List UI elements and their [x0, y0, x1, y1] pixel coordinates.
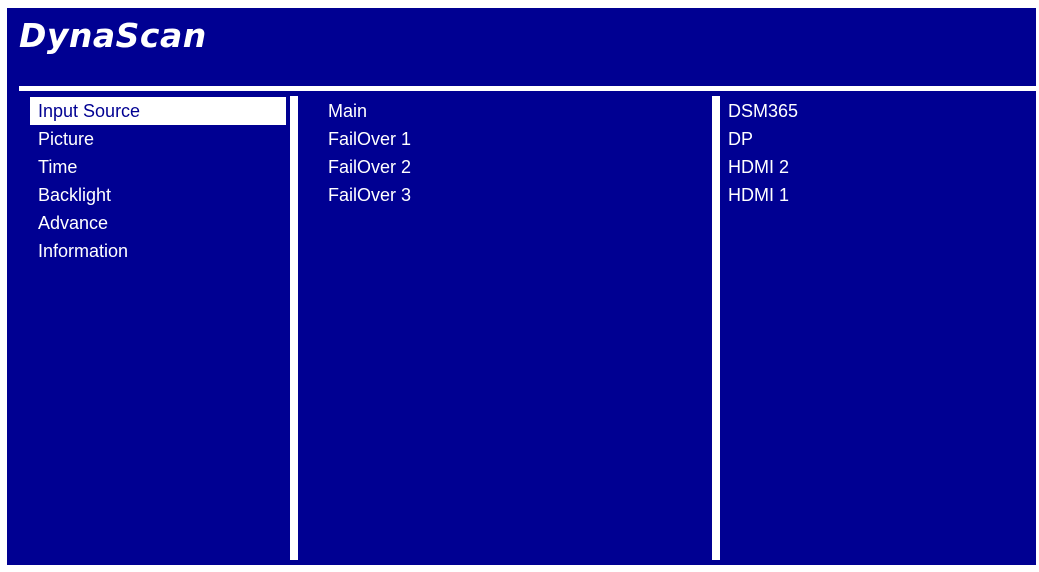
menu-item-information[interactable]: Information — [30, 237, 286, 265]
main-menu: Input Source Picture Time Backlight Adva… — [30, 97, 286, 265]
input-value-failover-3[interactable]: HDMI 1 — [728, 181, 1028, 209]
input-value-failover-1[interactable]: DP — [728, 125, 1028, 153]
input-value-main[interactable]: DSM365 — [728, 97, 1028, 125]
column-divider-left — [290, 96, 298, 560]
input-value-failover-2[interactable]: HDMI 2 — [728, 153, 1028, 181]
menu-item-picture[interactable]: Picture — [30, 125, 286, 153]
input-slot-failover-1[interactable]: FailOver 1 — [328, 125, 698, 153]
input-slot-failover-2[interactable]: FailOver 2 — [328, 153, 698, 181]
menu-item-input-source[interactable]: Input Source — [30, 97, 286, 125]
menu-item-backlight[interactable]: Backlight — [30, 181, 286, 209]
osd-screen: DynaScan Input Source Picture Time Backl… — [7, 8, 1036, 565]
menu-item-time[interactable]: Time — [30, 153, 286, 181]
input-slot-main[interactable]: Main — [328, 97, 698, 125]
column-divider-right — [712, 96, 720, 560]
menu-item-advance[interactable]: Advance — [30, 209, 286, 237]
input-slot-list: Main FailOver 1 FailOver 2 FailOver 3 — [328, 97, 698, 209]
header-divider — [19, 86, 1036, 91]
input-value-list: DSM365 DP HDMI 2 HDMI 1 — [728, 97, 1028, 209]
input-slot-failover-3[interactable]: FailOver 3 — [328, 181, 698, 209]
dynascan-logo: DynaScan — [19, 16, 207, 55]
